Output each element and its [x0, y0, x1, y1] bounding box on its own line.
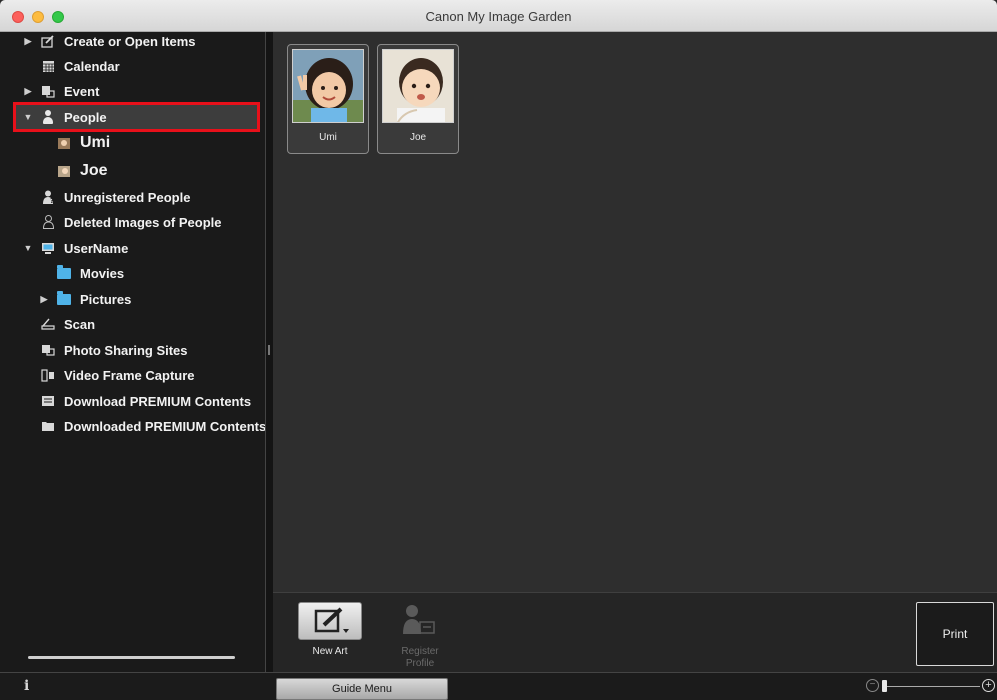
- scanner-icon: [40, 317, 56, 331]
- edit-icon: [40, 34, 56, 48]
- person-photo: [292, 49, 364, 123]
- app-window: Canon My Image Garden ▶ Create or Open I…: [0, 0, 997, 700]
- download-icon: [40, 394, 56, 408]
- sidebar-item-scan[interactable]: Scan: [22, 312, 95, 336]
- sidebar-item-label: Deleted Images of People: [64, 214, 222, 230]
- sidebar-item-label: Downloaded PREMIUM Contents: [64, 418, 267, 434]
- status-bar: i Guide Menu − +: [0, 672, 997, 700]
- new-art-icon: [298, 602, 362, 640]
- sidebar: ▶ Create or Open Items Calendar ▶ Event …: [0, 29, 266, 672]
- sidebar-item-label: Video Frame Capture: [64, 367, 195, 383]
- zoom-out-icon[interactable]: −: [866, 679, 879, 692]
- sidebar-item-pictures[interactable]: ▶ Pictures: [38, 287, 131, 311]
- zoom-in-icon[interactable]: +: [982, 679, 995, 692]
- new-art-label: New Art: [312, 646, 348, 657]
- sidebar-item-label: Download PREMIUM Contents: [64, 393, 252, 409]
- sidebar-item-video-frame-capture[interactable]: Video Frame Capture: [22, 363, 195, 387]
- sidebar-item-label: Pictures: [80, 291, 132, 307]
- sidebar-item-download-premium-contents[interactable]: Download PREMIUM Contents: [22, 389, 251, 413]
- new-art-button[interactable]: New Art: [298, 602, 362, 670]
- sidebar-item-label: Scan: [64, 316, 96, 332]
- folder-icon: [56, 290, 72, 306]
- sidebar-item-movies[interactable]: Movies: [38, 261, 124, 285]
- svg-text:?: ?: [50, 197, 54, 204]
- person-name-label: Joe: [409, 132, 427, 143]
- sidebar-item-event[interactable]: ▶ Event: [22, 79, 100, 103]
- sidebar-item-downloaded-premium-contents[interactable]: Downloaded PREMIUM Contents: [22, 414, 266, 438]
- window-title: Canon My Image Garden: [425, 9, 572, 24]
- unregistered-person-icon: ?: [40, 190, 56, 204]
- register-profile-icon: [388, 602, 452, 640]
- folder-icon: [56, 264, 72, 280]
- downloaded-folder-icon: [40, 419, 56, 433]
- sidebar-item-create-or-open-items[interactable]: ▶ Create or Open Items: [22, 29, 196, 53]
- divider-grip-icon: [268, 345, 270, 355]
- sidebar-item-label: Event: [64, 83, 100, 99]
- collapse-arrow-icon[interactable]: ▼: [22, 243, 34, 253]
- expand-arrow-icon[interactable]: ▶: [22, 36, 34, 47]
- sidebar-item-label: Joe: [80, 162, 108, 179]
- zoom-slider-handle[interactable]: [882, 680, 887, 692]
- sidebar-item-label: Create or Open Items: [64, 33, 196, 49]
- person-thumbnail-umi[interactable]: Umi: [287, 44, 369, 154]
- register-profile-button[interactable]: Register Profile: [388, 602, 452, 670]
- person-icon: [40, 110, 56, 124]
- event-icon: [40, 84, 56, 98]
- person-thumbnail-joe[interactable]: Joe: [377, 44, 459, 154]
- sidebar-item-unregistered-people[interactable]: ? Unregistered People: [22, 185, 190, 209]
- sidebar-item-calendar[interactable]: Calendar: [22, 54, 120, 78]
- title-bar[interactable]: Canon My Image Garden: [0, 0, 997, 32]
- guide-menu-button[interactable]: Guide Menu: [276, 678, 448, 700]
- sidebar-item-label: Umi: [80, 134, 111, 151]
- sidebar-item-label: Photo Sharing Sites: [64, 342, 188, 358]
- zoom-slider-track[interactable]: [882, 686, 980, 687]
- sidebar-item-joe[interactable]: Joe: [38, 159, 108, 183]
- sidebar-item-label: UserName: [64, 240, 129, 256]
- expand-arrow-icon[interactable]: ▶: [22, 86, 34, 97]
- sidebar-item-people[interactable]: ▼ People: [22, 105, 107, 129]
- person-photo: [382, 49, 454, 123]
- deleted-person-icon: [40, 215, 56, 229]
- people-view: Umi Joe: [273, 32, 997, 592]
- person-name-label: Umi: [319, 132, 337, 143]
- sidebar-item-label: Unregistered People: [64, 189, 191, 205]
- sidebar-item-label: Calendar: [64, 58, 120, 74]
- photo-icon: [56, 136, 72, 150]
- expand-arrow-icon[interactable]: ▶: [38, 294, 50, 305]
- sidebar-item-deleted-images-of-people[interactable]: Deleted Images of People: [22, 210, 222, 234]
- video-capture-icon: [40, 368, 56, 382]
- sidebar-item-umi[interactable]: Umi: [38, 131, 110, 155]
- sidebar-item-photo-sharing-sites[interactable]: Photo Sharing Sites: [22, 338, 188, 362]
- sidebar-item-label: People: [64, 109, 107, 125]
- photo-sharing-icon: [40, 343, 56, 357]
- info-icon[interactable]: i: [24, 678, 29, 694]
- computer-icon: [40, 241, 56, 255]
- sidebar-item-username[interactable]: ▼ UserName: [22, 236, 129, 260]
- bottom-toolbar: New Art Register Profile Print: [273, 592, 997, 672]
- print-button[interactable]: Print: [916, 602, 994, 666]
- collapse-arrow-icon[interactable]: ▼: [22, 112, 34, 122]
- sidebar-scrollbar[interactable]: [28, 656, 235, 659]
- sidebar-item-label: Movies: [80, 265, 125, 281]
- register-profile-label: Register Profile: [401, 646, 439, 669]
- photo-icon: [56, 164, 72, 178]
- calendar-icon: [40, 59, 56, 73]
